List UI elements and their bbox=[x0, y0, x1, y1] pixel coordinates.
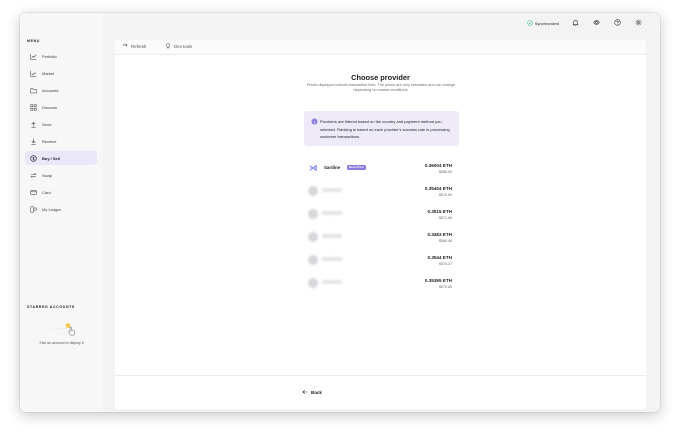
sidebar-item-discover[interactable]: Discover bbox=[25, 100, 97, 114]
refresh-icon bbox=[122, 43, 128, 47]
info-text: Providers are filtered based on the coun… bbox=[320, 119, 450, 139]
sidebar-item-label: Market bbox=[42, 70, 55, 76]
provider-logo-icon bbox=[308, 232, 318, 242]
page-title: Choose provider bbox=[351, 73, 410, 82]
sidebar-item-label: My Ledger bbox=[42, 206, 61, 212]
provider-eth-amount: 0.36004 ETH bbox=[424, 163, 452, 168]
arrow-left-icon bbox=[302, 389, 308, 395]
eye-icon[interactable] bbox=[593, 19, 600, 26]
sync-status[interactable]: Synchronized bbox=[527, 20, 559, 26]
sidebar-item-accounts[interactable]: Accounts bbox=[25, 83, 97, 97]
sidebar-item-label: Receive bbox=[42, 138, 57, 144]
sidebar-nav: Portfolio Market Accounts Discover Send … bbox=[25, 49, 97, 219]
provider-usd-amount: $571.66 bbox=[439, 215, 452, 220]
starred-accounts-hint: Star an account to display it bbox=[39, 341, 84, 345]
sidebar-item-market[interactable]: Market bbox=[25, 66, 97, 80]
provider-logo-icon bbox=[308, 186, 318, 196]
provider-logo-icon bbox=[308, 278, 318, 288]
content-toolbar: Refresh Dev tools bbox=[115, 40, 646, 55]
arrow-up-icon bbox=[30, 121, 37, 128]
provider-name-blurred bbox=[322, 280, 342, 284]
provider-list: Sardine Best Price 0.36004 ETH $585.55 0… bbox=[306, 161, 456, 299]
chart-line-icon bbox=[30, 53, 37, 60]
card-icon bbox=[30, 189, 37, 196]
arrow-down-icon bbox=[30, 138, 37, 145]
provider-name: Sardine bbox=[324, 165, 341, 170]
bell-icon[interactable] bbox=[572, 19, 579, 26]
dollar-circle-icon bbox=[30, 154, 37, 162]
provider-eth-amount: 0.3544 ETH bbox=[427, 255, 452, 260]
provider-row[interactable]: 0.3544 ETH $576.37 bbox=[306, 253, 456, 276]
info-icon bbox=[311, 118, 318, 125]
best-price-badge: Best Price bbox=[347, 164, 366, 170]
provider-usd-amount: $575.65 bbox=[439, 284, 452, 289]
sidebar-item-label: Send bbox=[42, 121, 52, 127]
folder-icon bbox=[30, 87, 37, 94]
dev-tools-button[interactable]: Dev tools bbox=[165, 43, 192, 49]
trend-icon bbox=[30, 70, 37, 77]
sidebar-item-label: Portfolio bbox=[42, 53, 57, 59]
page-subtitle: Prices displayed include transaction fee… bbox=[306, 83, 456, 92]
provider-row[interactable]: 0.35404 ETH $575.80 bbox=[306, 184, 456, 207]
provider-name-blurred bbox=[322, 188, 342, 192]
sidebar-item-my-ledger[interactable]: My Ledger bbox=[25, 202, 97, 216]
provider-usd-amount: $575.80 bbox=[439, 192, 452, 197]
back-label: Back bbox=[311, 389, 322, 395]
sidebar-item-label: Swap bbox=[42, 172, 53, 178]
device-icon bbox=[30, 205, 37, 213]
refresh-label: Refresh bbox=[131, 43, 147, 49]
menu-label: MENU bbox=[27, 39, 40, 43]
provider-logo-icon bbox=[308, 209, 318, 219]
check-circle-icon bbox=[527, 20, 533, 26]
help-icon[interactable] bbox=[614, 19, 621, 26]
swap-icon bbox=[30, 172, 37, 179]
provider-usd-amount: $566.46 bbox=[439, 238, 452, 243]
refresh-button[interactable]: Refresh bbox=[122, 43, 146, 49]
star-illustration-icon bbox=[48, 319, 80, 337]
provider-eth-amount: 0.35404 ETH bbox=[424, 186, 452, 191]
provider-row[interactable]: 0.3515 ETH $571.66 bbox=[306, 207, 456, 230]
sidebar-item-buy-sell[interactable]: Buy / Sell bbox=[25, 151, 97, 165]
sidebar: MENU Portfolio Market Accounts Discover … bbox=[20, 13, 103, 412]
sidebar-item-receive[interactable]: Receive bbox=[25, 134, 97, 148]
sidebar-item-card[interactable]: Card bbox=[25, 185, 97, 199]
sidebar-item-label: Buy / Sell bbox=[42, 155, 61, 161]
back-button[interactable]: Back bbox=[302, 389, 322, 395]
content-footer: Back bbox=[115, 375, 646, 409]
provider-row[interactable]: Sardine Best Price 0.36004 ETH $585.55 bbox=[306, 161, 456, 184]
lightbulb-icon bbox=[166, 43, 170, 49]
dev-tools-label: Dev tools bbox=[174, 43, 193, 49]
sync-status-label: Synchronized bbox=[534, 20, 559, 26]
provider-usd-amount: $585.55 bbox=[439, 169, 452, 174]
topbar: Synchronized bbox=[103, 13, 660, 35]
provider-eth-amount: 0.3483 ETH bbox=[427, 232, 452, 237]
sidebar-item-label: Accounts bbox=[42, 87, 59, 93]
starred-accounts-label: STARRED ACCOUNTS bbox=[27, 305, 75, 309]
sidebar-item-label: Card bbox=[42, 189, 51, 195]
provider-logo-icon bbox=[308, 255, 318, 265]
provider-eth-amount: 0.3515 ETH bbox=[427, 209, 452, 214]
sardine-logo-icon bbox=[309, 164, 317, 172]
sidebar-item-swap[interactable]: Swap bbox=[25, 168, 97, 182]
provider-row[interactable]: 0.35395 ETH $575.65 bbox=[306, 276, 456, 299]
grid-icon bbox=[30, 103, 37, 111]
provider-name-blurred bbox=[322, 234, 342, 238]
main-content: Refresh Dev tools Choose provider Prices… bbox=[115, 40, 646, 409]
provider-usd-amount: $576.37 bbox=[439, 261, 452, 266]
info-box: Providers are filtered based on the coun… bbox=[304, 111, 459, 146]
provider-name-blurred bbox=[322, 211, 342, 215]
provider-row[interactable]: 0.3483 ETH $566.46 bbox=[306, 230, 456, 253]
sidebar-item-label: Discover bbox=[42, 104, 58, 110]
settings-icon[interactable] bbox=[635, 19, 642, 26]
provider-name-blurred bbox=[322, 257, 342, 261]
provider-eth-amount: 0.35395 ETH bbox=[424, 278, 452, 283]
app-window: MENU Portfolio Market Accounts Discover … bbox=[20, 13, 660, 412]
sidebar-item-send[interactable]: Send bbox=[25, 117, 97, 131]
sidebar-item-portfolio[interactable]: Portfolio bbox=[25, 49, 97, 63]
